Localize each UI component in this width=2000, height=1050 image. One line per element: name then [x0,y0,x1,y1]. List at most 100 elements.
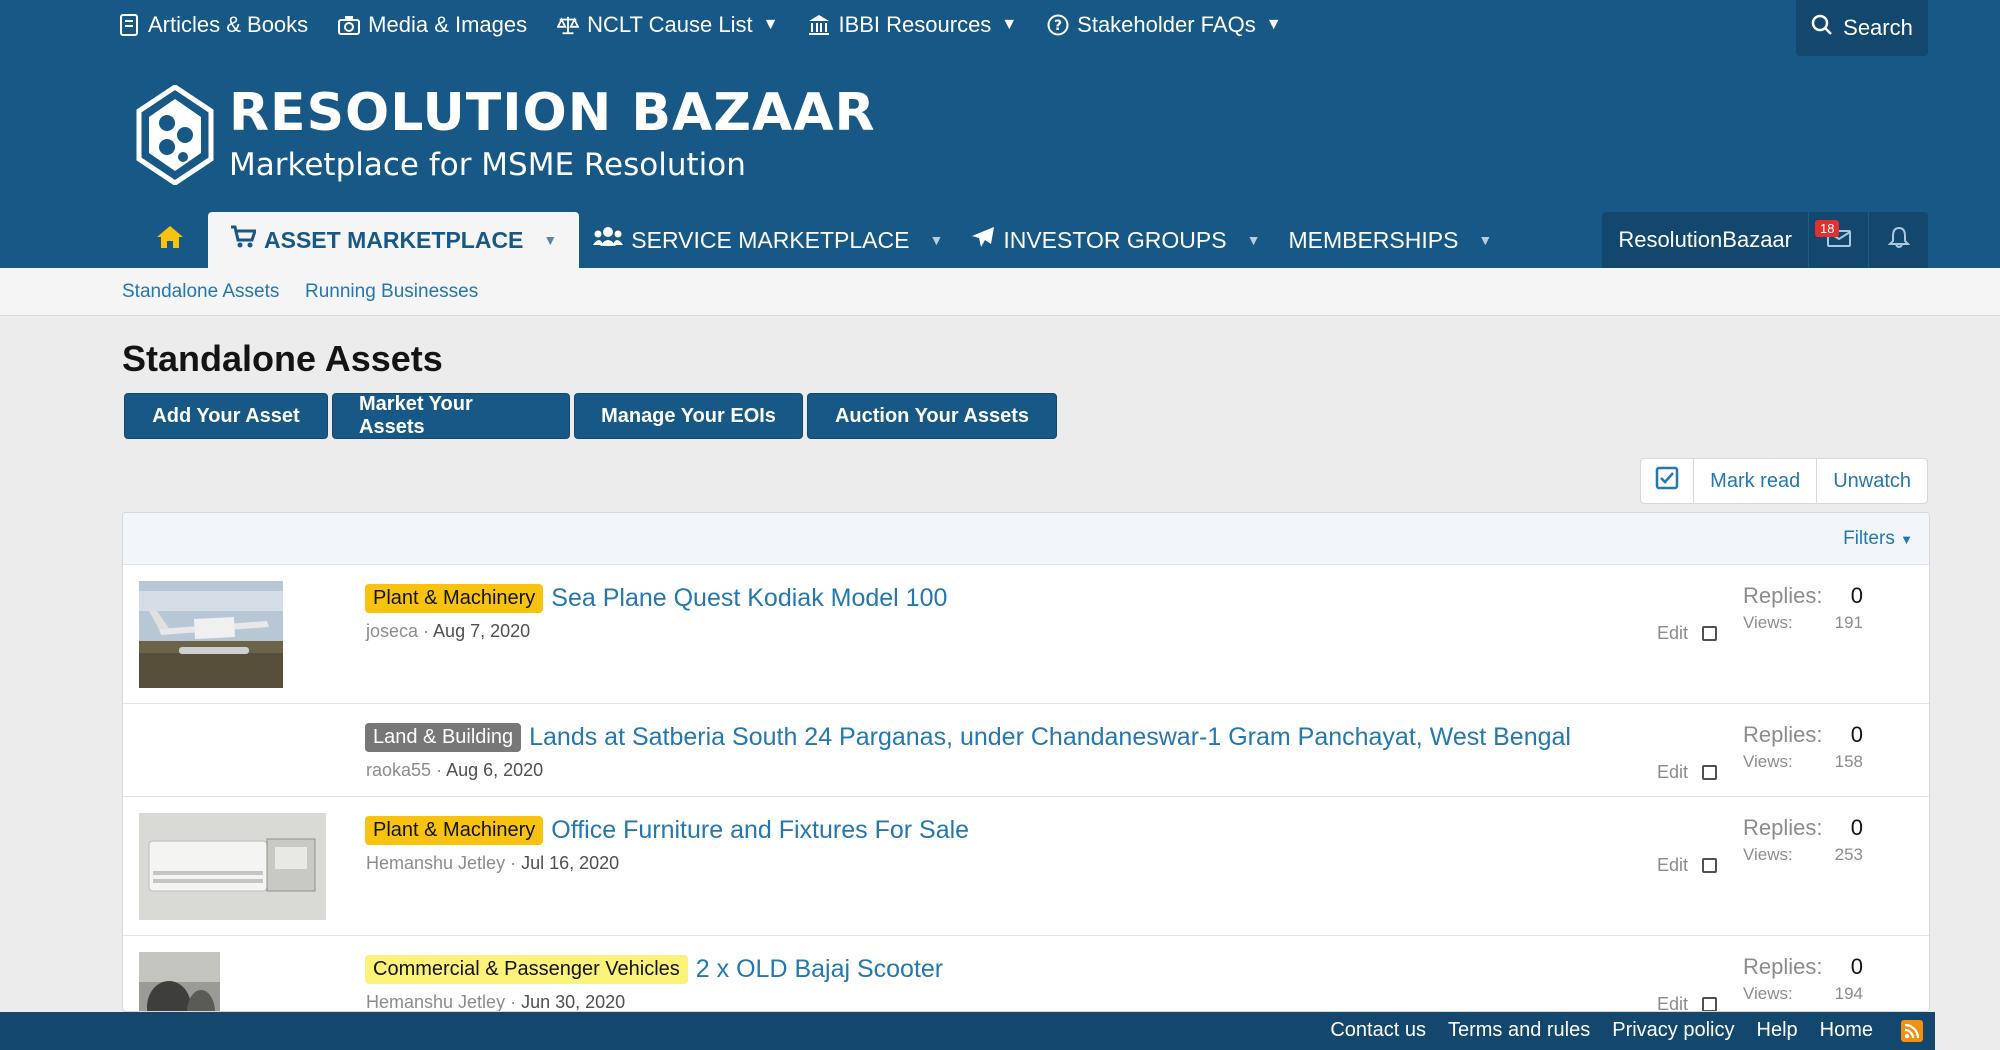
alerts-button[interactable] [1868,212,1928,268]
subnav-standalone-assets[interactable]: Standalone Assets [122,281,279,303]
views-count: 194 [1834,984,1863,1003]
select-checkbox[interactable] [1702,997,1718,1011]
thread-prefix[interactable]: Commercial & Passenger Vehicles [365,955,688,984]
search-label: Search [1843,15,1913,40]
add-your-asset-button[interactable]: Add Your Asset [124,393,328,439]
main-navigation: Asset Marketplace ▼ Service Marketplace … [132,212,1506,268]
thread-date[interactable]: Jun 30, 2020 [521,992,625,1011]
thread-author[interactable]: Hemanshu Jetley [366,853,505,873]
chevron-down-icon[interactable]: ▼ [929,232,943,248]
thread-title-link[interactable]: 2 x OLD Bajaj Scooter [696,955,943,983]
thread-thumbnail[interactable] [139,581,283,688]
page-title: Standalone Assets [122,338,443,379]
views-label: Views: [1743,845,1793,864]
thread-author[interactable]: Hemanshu Jetley [366,992,505,1011]
thread-title-link[interactable]: Lands at Satberia South 24 Parganas, und… [529,723,1571,751]
tab-memberships[interactable]: Memberships ▼ [1274,212,1506,268]
forum-actions: Mark read Unwatch [1640,458,1928,504]
unwatch-button[interactable]: Unwatch [1816,459,1927,503]
topnav-label: Articles & Books [148,12,309,37]
thread-title-link[interactable]: Sea Plane Quest Kodiak Model 100 [551,584,947,612]
edit-link[interactable]: Edit [1657,994,1688,1011]
filters-dropdown[interactable]: Filters ▼ [1843,528,1913,550]
market-your-assets-button[interactable]: Market Your Assets [332,393,570,439]
thread-prefix[interactable]: Land & Building [365,723,522,752]
tab-label: Asset Marketplace [264,226,524,253]
thread-author[interactable]: raoka55 [366,760,431,780]
select-checkbox[interactable] [1702,626,1718,641]
search-button[interactable]: Search [1796,0,1928,56]
mark-read-button[interactable]: Mark read [1693,459,1816,503]
thread-date[interactable]: Aug 6, 2020 [446,760,543,780]
account-menu[interactable]: ResolutionBazaar [1602,212,1808,268]
topnav-stakeholder-faqs[interactable]: ? Stakeholder FAQs ▼ [1047,12,1282,38]
logo-title: RESOLUTION BAZAAR [229,83,876,143]
home-tab[interactable] [132,212,208,268]
scale-icon [557,14,580,36]
thread-list: Filters ▼ Plant & Machinery Sea Plane Que… [122,512,1930,1012]
manage-your-eois-button[interactable]: Manage Your EOIs [574,393,803,439]
edit-link[interactable]: Edit [1657,855,1688,876]
topnav-nclt-cause-list[interactable]: NCLT Cause List ▼ [557,12,778,38]
table-row[interactable]: Land & Building Lands at Satberia South 2… [123,704,1929,797]
footer-contact-us[interactable]: Contact us [1330,1019,1426,1042]
thread-thumbnail[interactable] [139,813,326,920]
chevron-down-icon[interactable]: ▼ [1478,232,1492,248]
topnav-articles-books[interactable]: Articles & Books [118,12,308,38]
filters-bar: Filters ▼ [123,513,1929,565]
table-row[interactable]: Plant & Machinery Sea Plane Quest Kodiak … [123,565,1929,704]
thread-edit: Edit [1657,762,1718,783]
edit-link[interactable]: Edit [1657,623,1688,644]
thread-author[interactable]: joseca [366,621,418,641]
site-footer: Contact us Terms and rules Privacy polic… [0,1012,1935,1050]
thread-edit: Edit [1657,855,1718,876]
footer-home[interactable]: Home [1820,1019,1873,1042]
select-checkbox[interactable] [1702,765,1718,780]
filters-label: Filters [1843,528,1895,549]
rss-icon[interactable] [1901,1020,1923,1042]
thread-title-link[interactable]: Office Furniture and Fixtures For Sale [551,816,969,844]
views-label: Views: [1743,984,1793,1003]
edit-link[interactable]: Edit [1657,762,1688,783]
checkbox-check-icon [1655,466,1679,496]
thread-prefix[interactable]: Plant & Machinery [365,816,544,845]
select-checkbox[interactable] [1702,858,1718,873]
topnav-ibbi-resources[interactable]: IBBI Resources ▼ [808,12,1017,38]
tab-service-marketplace[interactable]: Service Marketplace ▼ [579,212,957,268]
footer-privacy-policy[interactable]: Privacy policy [1612,1019,1734,1042]
footer-links: Contact us Terms and rules Privacy polic… [1330,1019,1873,1042]
topnav-label: Media & Images [368,12,528,37]
thread-meta: joseca · Aug 7, 2020 [366,621,531,641]
tab-label: Service Marketplace [631,226,910,253]
thread-date[interactable]: Aug 7, 2020 [433,621,530,641]
chevron-down-icon[interactable]: ▼ [1247,232,1261,248]
chevron-down-icon: ▼ [1900,532,1913,547]
thread-stats: Replies: 0 Views: 158 [1743,722,1863,772]
tab-asset-marketplace[interactable]: Asset Marketplace ▼ [208,212,580,268]
subnav-running-businesses[interactable]: Running Businesses [305,281,478,303]
camera-icon [338,14,361,36]
footer-help[interactable]: Help [1757,1019,1798,1042]
views-label: Views: [1743,613,1793,632]
site-logo[interactable]: RESOLUTION BAZAAR Marketplace for MSME R… [135,85,875,185]
select-toggle-button[interactable] [1641,459,1693,503]
replies-label: Replies: [1743,583,1823,608]
table-row[interactable]: Commercial & Passenger Vehicles 2 x OLD B… [123,936,1929,1012]
tab-investor-groups[interactable]: Investor Groups ▼ [957,212,1274,268]
thread-prefix[interactable]: Plant & Machinery [365,584,544,613]
bell-icon [1887,226,1910,254]
thread-thumbnail[interactable] [139,952,220,1012]
inbox-count-badge: 18 [1815,220,1840,237]
topnav-media-images[interactable]: Media & Images [338,12,527,38]
footer-terms-and-rules[interactable]: Terms and rules [1448,1019,1590,1042]
replies-count: 0 [1850,722,1863,747]
inbox-button[interactable]: 18 [1808,212,1868,268]
users-icon [593,226,624,254]
table-row[interactable]: Plant & Machinery Office Furniture and Fi… [123,797,1929,936]
auction-your-assets-button[interactable]: Auction Your Assets [807,393,1057,439]
chevron-down-icon[interactable]: ▼ [543,232,557,248]
thread-date[interactable]: Jul 16, 2020 [521,853,619,873]
site-header: Articles & Books Media & Images NCLT Cau… [0,0,2000,268]
replies-label: Replies: [1743,722,1823,747]
chevron-down-icon: ▼ [1001,16,1018,33]
